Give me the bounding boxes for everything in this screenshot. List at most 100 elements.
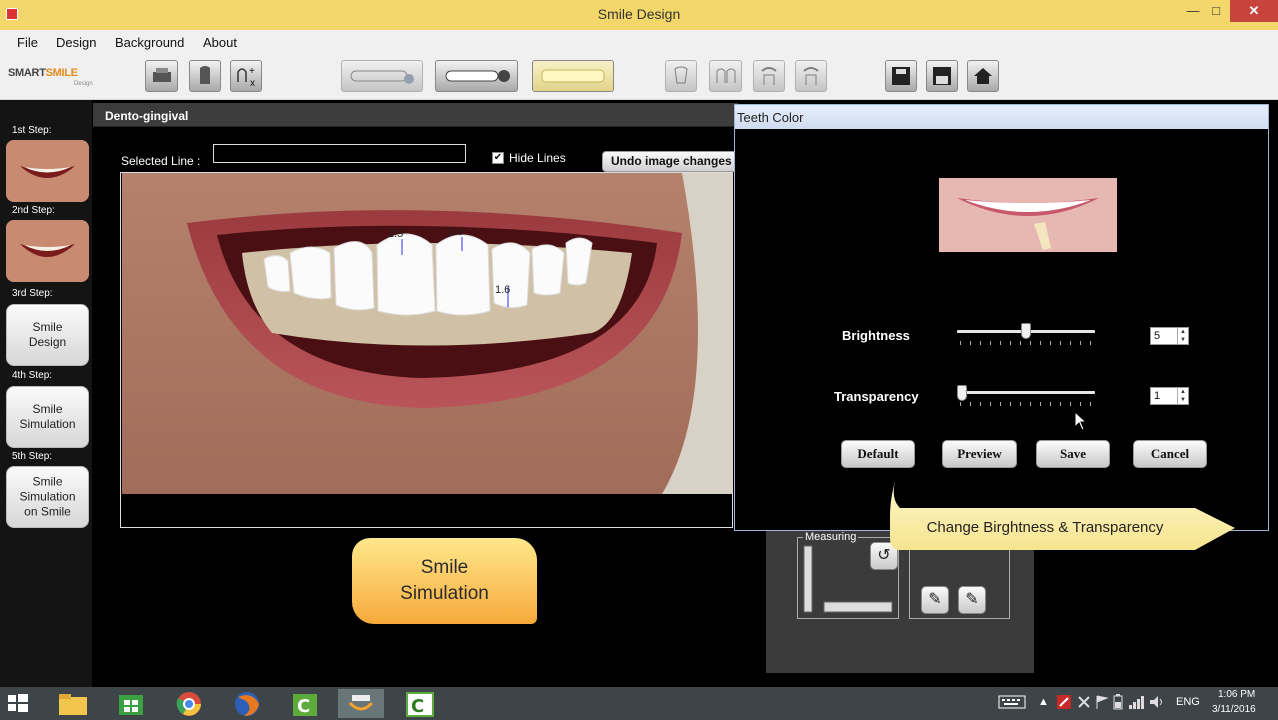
svg-text:x: x <box>250 78 255 88</box>
save-as-button[interactable] <box>926 60 958 92</box>
maximize-button[interactable]: □ <box>1206 0 1226 22</box>
smile-photo-image: 2.5 1.6 1.6 <box>122 173 733 494</box>
file-explorer-icon[interactable] <box>50 689 96 718</box>
network-icon[interactable] <box>1128 694 1146 710</box>
pen-red-button[interactable]: ✎ <box>921 586 949 614</box>
mouse-cursor-icon <box>1074 411 1088 431</box>
measuring-group: ↺ <box>797 537 899 619</box>
dialog-save-button[interactable]: Save <box>1036 440 1110 468</box>
simulation-on-smile-step-button[interactable]: Smile Simulation on Smile <box>6 466 89 528</box>
clock-date[interactable]: 3/11/2016 <box>1212 704 1256 715</box>
tooth-arch-button[interactable] <box>753 60 785 92</box>
tooth-pair-button[interactable] <box>709 60 742 92</box>
step-2-thumbnail[interactable] <box>6 220 89 282</box>
add-remove-button[interactable]: + x <box>230 60 262 92</box>
flag-tray-icon[interactable] <box>1094 694 1110 710</box>
show-hidden-icons-icon[interactable]: ▲ <box>1038 696 1049 708</box>
selected-line-label: Selected Line : <box>121 154 201 168</box>
menu-background[interactable]: Background <box>115 35 184 50</box>
step-1-label: 1st Step: <box>12 125 52 136</box>
teeth-texture-icon <box>445 70 510 82</box>
step-4-label: 4th Step: <box>12 370 53 381</box>
brightness-spinner[interactable]: 5 ▲ ▼ <box>1150 327 1189 345</box>
tooth-settings-button[interactable] <box>665 60 697 92</box>
chrome-icon[interactable] <box>166 689 212 718</box>
step-1-thumbnail[interactable] <box>6 140 89 202</box>
cancel-button[interactable]: Cancel <box>1133 440 1207 468</box>
logo-subtitle: Design <box>74 81 93 87</box>
hide-lines-checkbox[interactable]: ✔ <box>492 152 504 164</box>
transparency-label: Transparency <box>834 389 919 404</box>
undo-image-changes-button[interactable]: Undo image changes <box>602 151 738 172</box>
callout-arrow <box>890 478 1235 550</box>
smile-simulation-button[interactable]: Smile Simulation <box>352 538 537 624</box>
panel-header: Dento-gingival <box>93 103 738 127</box>
transparency-track[interactable] <box>957 391 1095 394</box>
home-icon <box>974 68 992 84</box>
preview-button[interactable]: Preview <box>942 440 1017 468</box>
menu-file[interactable]: File <box>17 35 38 50</box>
menu-about[interactable]: About <box>203 35 237 50</box>
svg-text:C: C <box>297 696 310 717</box>
hide-lines-label: Hide Lines <box>509 151 566 165</box>
measure-label-2: 1.6 <box>448 226 463 238</box>
svg-text:+: + <box>249 66 255 77</box>
selected-line-field[interactable] <box>213 144 466 163</box>
step-2-label: 2nd Step: <box>12 205 55 216</box>
svg-text:C: C <box>411 696 424 717</box>
tooth-pair-icon <box>716 68 735 83</box>
windows-start-icon[interactable] <box>0 689 46 718</box>
teeth-shade-button[interactable] <box>532 60 614 92</box>
tools-tray-icon[interactable] <box>1076 694 1092 710</box>
smartsmile-taskbar-icon[interactable] <box>338 689 384 718</box>
teeth-grid-icon <box>350 70 414 84</box>
tooth-settings-icon <box>674 66 688 84</box>
save-as-icon <box>933 67 951 85</box>
save-icon <box>892 67 910 85</box>
transparency-spinner[interactable]: 1 ▲ ▼ <box>1150 387 1189 405</box>
volume-icon[interactable] <box>1148 694 1166 710</box>
measuring-label: Measuring <box>803 531 859 543</box>
teeth-grid-button[interactable] <box>341 60 423 92</box>
store-icon[interactable] <box>108 689 154 718</box>
patient-button[interactable] <box>189 60 221 92</box>
brightness-ticks <box>960 341 1093 345</box>
home-button[interactable] <box>967 60 999 92</box>
teeth-shade-icon <box>541 69 605 83</box>
brightness-slider[interactable] <box>1021 323 1031 339</box>
smile-simulation-step-button[interactable]: Smile Simulation <box>6 386 89 448</box>
window-title: Smile Design <box>597 6 681 22</box>
smile-photo[interactable]: 2.5 1.6 1.6 <box>122 173 733 494</box>
spinner-arrows-icon[interactable]: ▲ ▼ <box>1177 328 1188 344</box>
save-button[interactable] <box>885 60 917 92</box>
default-button[interactable]: Default <box>841 440 915 468</box>
measure-label-1: 2.5 <box>388 228 403 240</box>
transparency-ticks <box>960 402 1093 406</box>
close-button[interactable]: ✕ <box>1230 0 1278 22</box>
tooth-arch-icon <box>761 67 777 85</box>
battery-icon[interactable] <box>1110 694 1126 710</box>
firefox-icon[interactable] <box>224 689 270 718</box>
pen-button[interactable]: ✎ <box>958 586 986 614</box>
teeth-color-preview <box>939 178 1117 252</box>
tooth-crown-button[interactable] <box>795 60 827 92</box>
title-bar: Smile Design — □ ✕ <box>0 0 1278 30</box>
minimize-button[interactable]: — <box>1180 0 1206 22</box>
add-remove-icon: +x <box>237 66 255 88</box>
brightness-label: Brightness <box>842 328 910 343</box>
camtasia-recorder-icon[interactable]: C <box>397 689 443 718</box>
smile-design-step-button[interactable]: Smile Design <box>6 304 89 366</box>
measure-label-3: 1.6 <box>495 284 510 296</box>
keyboard-icon[interactable] <box>998 694 1026 710</box>
menu-bar: File Design Background About <box>0 30 1278 55</box>
transparency-slider[interactable] <box>957 385 967 401</box>
camtasia-icon[interactable]: C <box>282 689 328 718</box>
spinner-arrows-icon[interactable]: ▲ ▼ <box>1177 388 1188 404</box>
smartsmile-logo: SMARTSMILE <box>8 67 78 79</box>
red-app-tray-icon[interactable] <box>1056 694 1072 710</box>
language-indicator[interactable]: ENG <box>1176 696 1200 708</box>
menu-design[interactable]: Design <box>56 35 96 50</box>
scanner-button[interactable] <box>145 60 178 92</box>
clock-time[interactable]: 1:06 PM <box>1218 689 1255 700</box>
teeth-texture-button[interactable] <box>435 60 518 92</box>
